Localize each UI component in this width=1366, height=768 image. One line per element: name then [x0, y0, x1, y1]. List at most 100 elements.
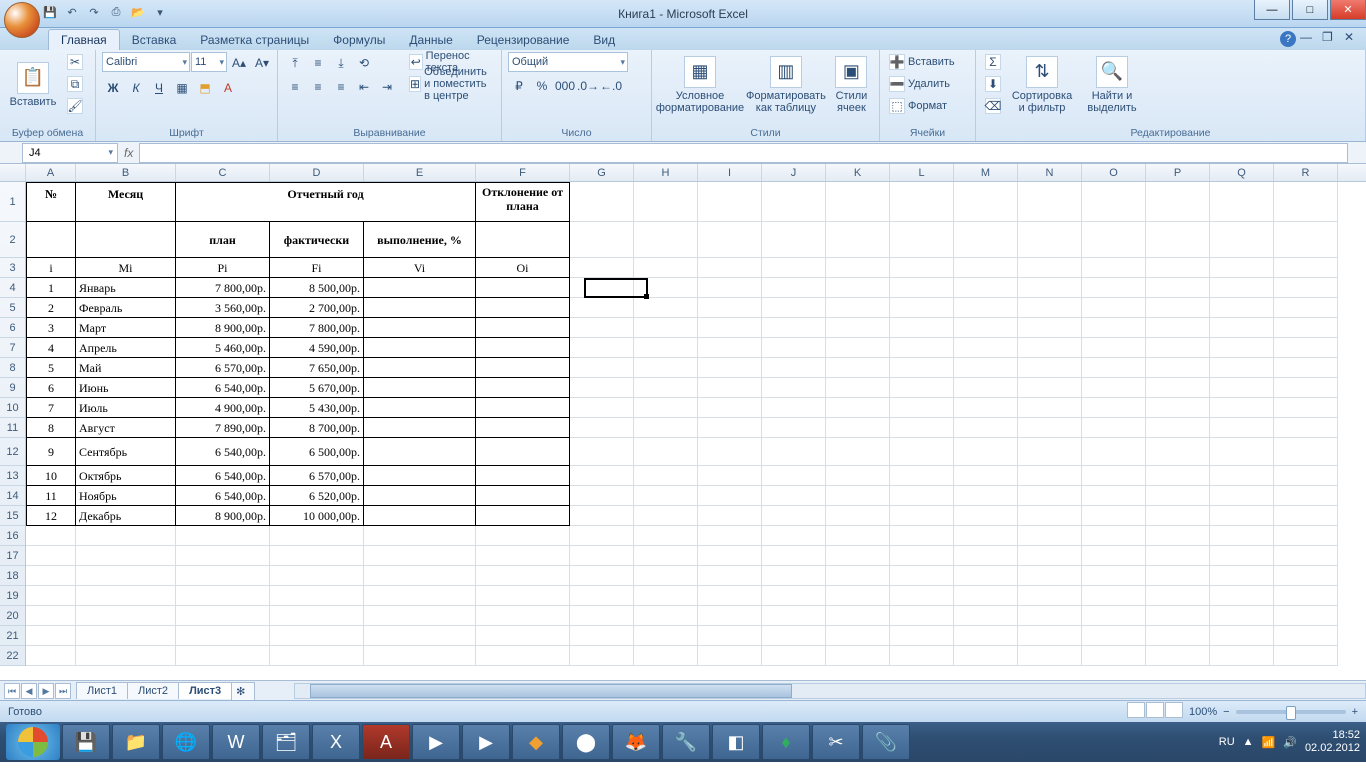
cell[interactable] — [476, 466, 570, 486]
cell[interactable]: Июнь — [76, 378, 176, 398]
row-header[interactable]: 3 — [0, 258, 25, 278]
cell[interactable] — [634, 258, 698, 278]
cell[interactable] — [954, 338, 1018, 358]
cell[interactable] — [570, 546, 634, 566]
align-top-icon[interactable]: ⤒ — [284, 52, 306, 74]
col-header[interactable]: K — [826, 164, 890, 181]
cell[interactable] — [76, 526, 176, 546]
cell[interactable] — [1146, 258, 1210, 278]
cell[interactable] — [1082, 222, 1146, 258]
cell[interactable] — [890, 566, 954, 586]
cell[interactable] — [890, 466, 954, 486]
name-box[interactable]: J4 — [22, 143, 118, 163]
cell[interactable] — [476, 418, 570, 438]
window-restore-icon[interactable]: ❐ — [1322, 30, 1338, 46]
cell[interactable] — [1274, 586, 1338, 606]
taskbar-app[interactable]: ▶ — [462, 724, 510, 760]
maximize-button[interactable]: □ — [1292, 0, 1328, 20]
cell[interactable] — [1082, 506, 1146, 526]
cell[interactable] — [476, 586, 570, 606]
cell[interactable] — [954, 418, 1018, 438]
cell[interactable] — [826, 298, 890, 318]
cell[interactable] — [1018, 526, 1082, 546]
taskbar-app[interactable]: X — [312, 724, 360, 760]
row-header[interactable]: 4 — [0, 278, 25, 298]
cell[interactable] — [698, 566, 762, 586]
cell[interactable] — [890, 338, 954, 358]
cell[interactable] — [1210, 626, 1274, 646]
cell[interactable] — [1210, 566, 1274, 586]
cell[interactable] — [26, 546, 76, 566]
row-header[interactable]: 22 — [0, 646, 25, 666]
cell[interactable] — [270, 606, 364, 626]
cell[interactable] — [762, 506, 826, 526]
cell[interactable] — [1274, 278, 1338, 298]
decrease-font-icon[interactable]: A▾ — [251, 52, 273, 74]
cell[interactable] — [1210, 546, 1274, 566]
find-select-button[interactable]: 🔍Найти и выделить — [1080, 52, 1144, 118]
cell[interactable]: Vi — [364, 258, 476, 278]
cell[interactable] — [364, 318, 476, 338]
cell[interactable]: 5 670,00р. — [270, 378, 364, 398]
cell[interactable] — [1146, 566, 1210, 586]
cell[interactable] — [1146, 438, 1210, 466]
cell[interactable] — [1082, 546, 1146, 566]
align-left-icon[interactable]: ≡ — [284, 76, 306, 98]
cell[interactable]: 8 900,00р. — [176, 318, 270, 338]
cell[interactable] — [826, 646, 890, 666]
cell[interactable] — [826, 606, 890, 626]
cell[interactable] — [698, 398, 762, 418]
cell[interactable] — [1018, 566, 1082, 586]
cell[interactable] — [1210, 646, 1274, 666]
cell[interactable] — [26, 626, 76, 646]
select-all-corner[interactable] — [0, 164, 26, 181]
cell[interactable] — [1018, 298, 1082, 318]
cell[interactable] — [634, 626, 698, 646]
cell[interactable] — [364, 466, 476, 486]
tray-lang[interactable]: RU — [1219, 736, 1235, 748]
cell[interactable] — [954, 566, 1018, 586]
cell[interactable] — [954, 358, 1018, 378]
cell[interactable] — [270, 646, 364, 666]
cell[interactable] — [570, 438, 634, 466]
cell[interactable] — [1210, 586, 1274, 606]
cell[interactable] — [1146, 646, 1210, 666]
tab-view[interactable]: Вид — [581, 30, 627, 50]
cell[interactable]: Март — [76, 318, 176, 338]
sheet-nav-first-icon[interactable]: ⏮ — [4, 683, 20, 699]
cell[interactable]: 10 — [26, 466, 76, 486]
tray-clock[interactable]: 18:52 02.02.2012 — [1305, 729, 1360, 755]
cell[interactable] — [1146, 546, 1210, 566]
cell[interactable] — [570, 278, 634, 298]
row-header[interactable]: 5 — [0, 298, 25, 318]
cell[interactable] — [1082, 586, 1146, 606]
cell[interactable] — [762, 566, 826, 586]
cell[interactable]: 11 — [26, 486, 76, 506]
taskbar-app[interactable]: 📁 — [112, 724, 160, 760]
cell[interactable] — [476, 486, 570, 506]
cell[interactable] — [1018, 378, 1082, 398]
cell[interactable] — [890, 278, 954, 298]
cell[interactable] — [634, 298, 698, 318]
col-header[interactable]: E — [364, 164, 476, 181]
cell[interactable]: Май — [76, 358, 176, 378]
cell[interactable] — [1274, 378, 1338, 398]
cell[interactable] — [1018, 258, 1082, 278]
taskbar-app[interactable]: 🦊 — [612, 724, 660, 760]
cell[interactable] — [634, 338, 698, 358]
cell[interactable] — [1082, 418, 1146, 438]
cell[interactable] — [698, 606, 762, 626]
cell[interactable] — [476, 566, 570, 586]
cell[interactable] — [364, 546, 476, 566]
col-header[interactable]: H — [634, 164, 698, 181]
cell[interactable] — [826, 378, 890, 398]
cell[interactable] — [762, 318, 826, 338]
cell[interactable] — [954, 318, 1018, 338]
zoom-out-button[interactable]: − — [1223, 706, 1229, 718]
cell[interactable] — [570, 626, 634, 646]
cell[interactable]: 4 900,00р. — [176, 398, 270, 418]
col-header[interactable]: O — [1082, 164, 1146, 181]
undo-icon[interactable]: ↶ — [64, 4, 80, 20]
cell[interactable] — [1146, 182, 1210, 222]
row-header[interactable]: 9 — [0, 378, 25, 398]
